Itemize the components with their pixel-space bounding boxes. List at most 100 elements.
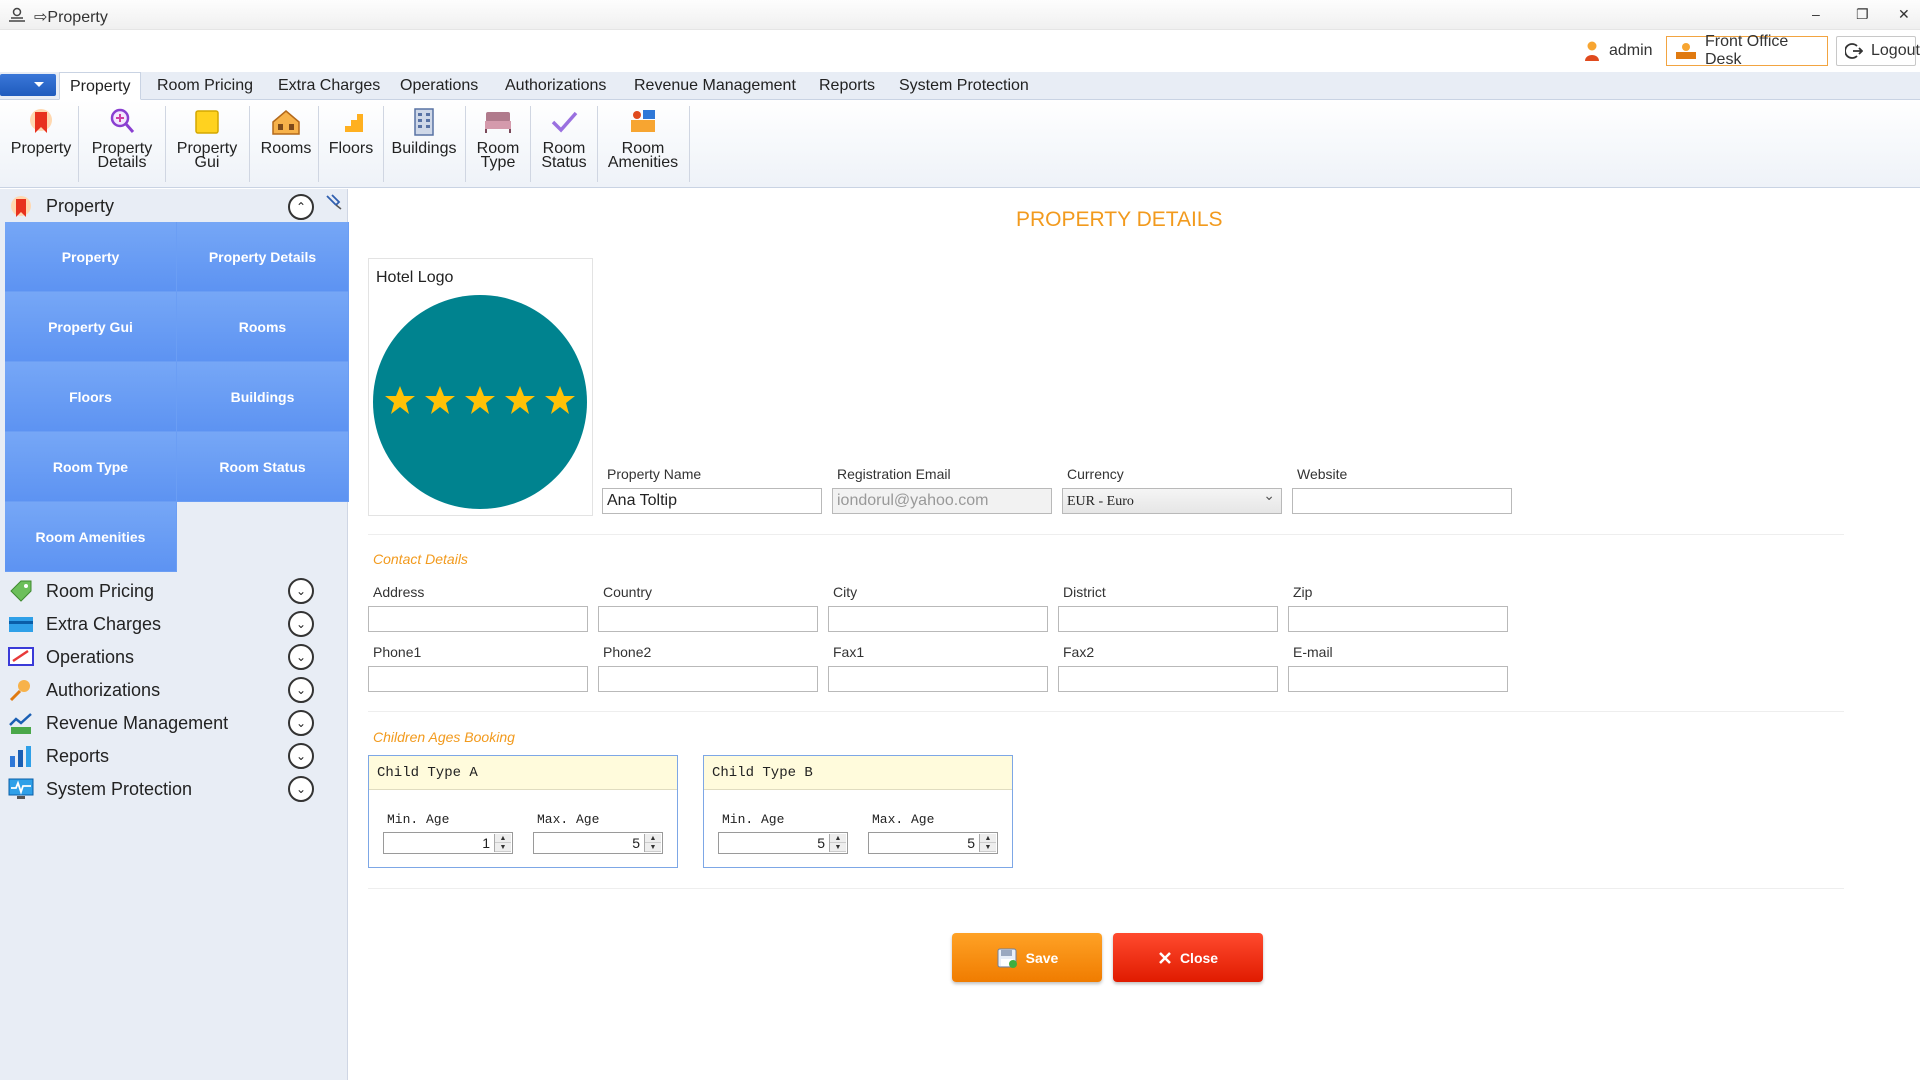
address-input[interactable] <box>368 606 588 632</box>
sidebar-group-extra-charges[interactable]: Extra Charges ⌄ <box>0 608 348 640</box>
tab-extra-charges[interactable]: Extra Charges <box>268 72 390 100</box>
tile-rooms[interactable]: Rooms <box>177 292 349 362</box>
sidebar: Property ⌃ Property Property Details Pro… <box>0 189 349 1080</box>
district-label: District <box>1063 584 1106 600</box>
sidebar-group-reports[interactable]: Reports ⌄ <box>0 740 348 772</box>
card-icon <box>8 612 34 636</box>
phone1-input[interactable] <box>368 666 588 692</box>
stepper-arrows-icon[interactable]: ▲ ▼ <box>644 834 661 852</box>
tile-room-amenities[interactable]: Room Amenities <box>5 502 177 572</box>
app-menu-button[interactable] <box>0 74 56 96</box>
phone2-input[interactable] <box>598 666 818 692</box>
group-label: Room Pricing <box>46 581 155 601</box>
close-window-button[interactable]: ✕ <box>1898 6 1910 23</box>
stepper-arrows-icon[interactable]: ▲ ▼ <box>829 834 846 852</box>
fax2-input[interactable] <box>1058 666 1278 692</box>
close-button[interactable]: Close <box>1113 933 1263 982</box>
tab-system-protection[interactable]: System Protection <box>889 72 1039 100</box>
stepper-arrows-icon[interactable]: ▲ ▼ <box>494 834 511 852</box>
ribbon-buildings-button[interactable]: Buildings <box>388 104 460 182</box>
ribbon-room-amenities-button[interactable]: Room Amenities <box>602 104 684 182</box>
bookmark-icon <box>8 194 34 220</box>
pin-icon[interactable] <box>324 193 344 211</box>
sidebar-group-property[interactable]: Property ⌃ <box>0 189 348 223</box>
property-name-input[interactable]: Ana Toltip <box>602 488 822 514</box>
tile-property-details[interactable]: Property Details <box>177 222 349 292</box>
save-label: Save <box>1025 949 1059 966</box>
child-a-min-age-stepper[interactable]: 1 ▲ ▼ <box>383 832 513 854</box>
country-input[interactable] <box>598 606 818 632</box>
sidebar-group-room-pricing[interactable]: Room Pricing ⌄ <box>0 575 348 607</box>
minimize-button[interactable]: – <box>1812 6 1820 22</box>
logout-button[interactable]: Logout <box>1836 36 1920 66</box>
hotel-logo-box[interactable]: Hotel Logo <box>368 258 593 516</box>
divider <box>368 888 1844 889</box>
sidebar-group-revenue-management[interactable]: Revenue Management ⌄ <box>0 707 348 739</box>
ribbon-separator <box>597 106 598 182</box>
front-office-desk-button[interactable]: Front Office Desk <box>1666 33 1828 68</box>
user-menu[interactable]: admin <box>1575 36 1661 66</box>
divider <box>368 711 1844 712</box>
currency-select[interactable]: EUR - Euro <box>1062 488 1282 514</box>
title-bar: ⇨Property – ❐ ✕ <box>0 0 1920 30</box>
ribbon-property-gui-button[interactable]: Property Gui <box>170 104 244 182</box>
tile-room-type[interactable]: Room Type <box>5 432 177 502</box>
stairs-icon <box>335 106 367 138</box>
sidebar-group-operations[interactable]: Operations ⌄ <box>0 641 348 673</box>
tab-property[interactable]: Property <box>59 72 142 100</box>
tile-buildings[interactable]: Buildings <box>177 362 349 432</box>
user-bar: admin Front Office Desk Logout <box>0 30 1920 72</box>
ribbon-rooms-button[interactable]: Rooms <box>254 104 318 182</box>
ribbon-property-details-button[interactable]: Property Details <box>84 104 160 182</box>
tab-authorizations[interactable]: Authorizations <box>495 72 616 100</box>
tab-room-pricing[interactable]: Room Pricing <box>147 72 263 100</box>
child-b-min-age-stepper[interactable]: 5 ▲ ▼ <box>718 832 848 854</box>
children-ages-heading: Children Ages Booking <box>373 729 515 745</box>
collapse-icon[interactable]: ⌃ <box>288 194 314 220</box>
tile-property-gui[interactable]: Property Gui <box>5 292 177 362</box>
sidebar-group-authorizations[interactable]: Authorizations ⌄ <box>0 674 348 706</box>
sidebar-group-system-protection[interactable]: System Protection ⌄ <box>0 773 348 805</box>
logout-icon <box>1845 42 1863 60</box>
tab-operations[interactable]: Operations <box>390 72 488 100</box>
expand-icon[interactable]: ⌄ <box>288 776 314 802</box>
child-type-b-panel: Child Type B Min. Age Max. Age 5 ▲ ▼ 5 ▲ ▼ <box>703 755 1013 868</box>
city-label: City <box>833 584 858 600</box>
bar-chart-icon <box>8 744 34 768</box>
save-button[interactable]: Save <box>952 933 1102 982</box>
registration-email-input[interactable]: iondorul@yahoo.com <box>832 488 1052 514</box>
expand-icon[interactable]: ⌄ <box>288 743 314 769</box>
save-icon <box>996 947 1018 969</box>
expand-icon[interactable]: ⌄ <box>288 710 314 736</box>
ribbon-property-button[interactable]: Property <box>8 104 74 182</box>
tile-floors[interactable]: Floors <box>5 362 177 432</box>
tab-revenue-management[interactable]: Revenue Management <box>624 72 806 100</box>
ribbon-room-type-button[interactable]: Room Type <box>470 104 526 182</box>
expand-icon[interactable]: ⌄ <box>288 677 314 703</box>
currency-label: Currency <box>1067 466 1124 482</box>
child-a-max-age-stepper[interactable]: 5 ▲ ▼ <box>533 832 663 854</box>
district-input[interactable] <box>1058 606 1278 632</box>
ribbon-room-status-button[interactable]: Room Status <box>535 104 593 182</box>
email-input[interactable] <box>1288 666 1508 692</box>
tile-property[interactable]: Property <box>5 222 177 292</box>
expand-icon[interactable]: ⌄ <box>288 578 314 604</box>
tile-room-status[interactable]: Room Status <box>177 432 349 502</box>
restore-button[interactable]: ❐ <box>1856 6 1869 23</box>
zip-input[interactable] <box>1288 606 1508 632</box>
ribbon-separator <box>249 106 250 182</box>
ribbon-property-details-label-2: Details <box>97 154 147 171</box>
ribbon-property-gui-label-2: Gui <box>194 154 220 171</box>
city-input[interactable] <box>828 606 1048 632</box>
expand-icon[interactable]: ⌄ <box>288 611 314 637</box>
expand-icon[interactable]: ⌄ <box>288 644 314 670</box>
tab-reports[interactable]: Reports <box>809 72 885 100</box>
ribbon-floors-button[interactable]: Floors <box>323 104 379 182</box>
fax1-input[interactable] <box>828 666 1048 692</box>
child-b-max-age-stepper[interactable]: 5 ▲ ▼ <box>868 832 998 854</box>
logout-label: Logout <box>1871 42 1920 59</box>
child-type-a-title: Child Type A <box>369 756 677 790</box>
stepper-arrows-icon[interactable]: ▲ ▼ <box>979 834 996 852</box>
website-input[interactable] <box>1292 488 1512 514</box>
divider <box>368 534 1844 535</box>
